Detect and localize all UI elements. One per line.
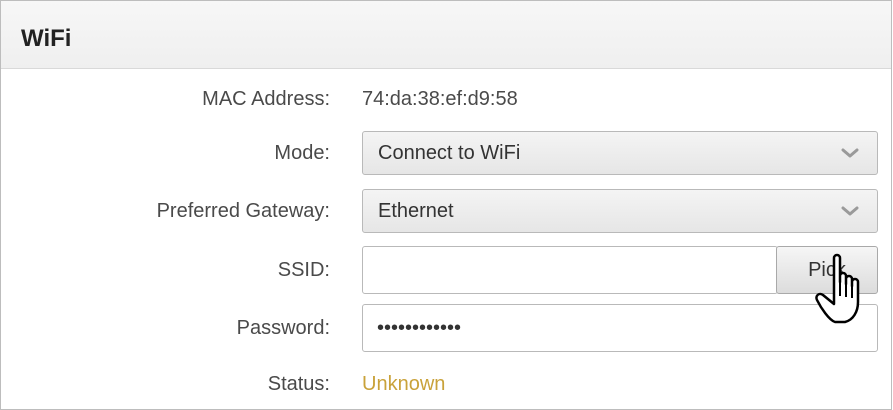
- status-value: Unknown: [362, 373, 446, 395]
- password-input-value: ••••••••••••: [377, 317, 462, 339]
- ssid-input[interactable]: [362, 246, 778, 294]
- password-input[interactable]: ••••••••••••: [362, 304, 878, 352]
- ssid-label: SSID:: [277, 259, 330, 281]
- mac-address-label: MAC Address:: [202, 88, 330, 110]
- panel-header: WiFi: [1, 0, 891, 69]
- mac-address-value: 74:da:38:ef:d9:58: [362, 88, 518, 110]
- mode-select[interactable]: Connect to WiFi: [362, 131, 878, 175]
- hand-pointer-icon: [815, 253, 860, 324]
- mode-label: Mode:: [274, 142, 330, 164]
- panel-title: WiFi: [21, 25, 72, 52]
- preferred-gateway-label: Preferred Gateway:: [156, 200, 330, 222]
- password-label: Password:: [236, 317, 330, 339]
- preferred-gateway-select-value: Ethernet: [378, 200, 454, 222]
- chevron-down-icon: [841, 206, 859, 216]
- chevron-down-icon: [841, 148, 859, 158]
- mode-select-value: Connect to WiFi: [378, 142, 521, 164]
- preferred-gateway-select[interactable]: Ethernet: [362, 189, 878, 233]
- status-label: Status:: [267, 373, 330, 395]
